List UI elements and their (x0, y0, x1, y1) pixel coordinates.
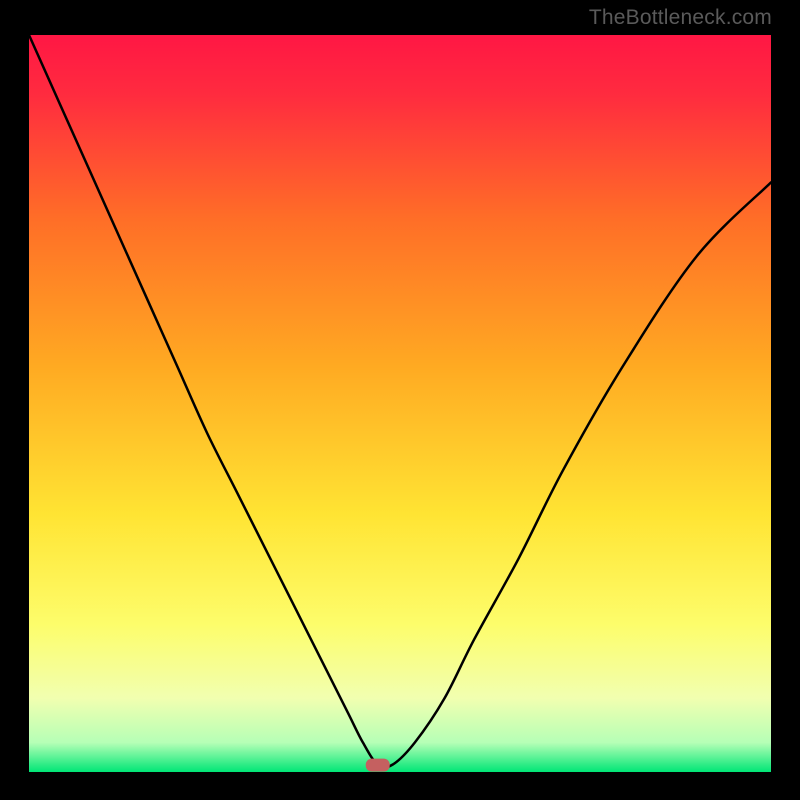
chart-container: TheBottleneck.com (0, 0, 800, 800)
watermark-text: TheBottleneck.com (589, 6, 772, 30)
chart-plot (29, 35, 771, 772)
optimal-marker (366, 759, 390, 772)
gradient-background (29, 35, 771, 772)
